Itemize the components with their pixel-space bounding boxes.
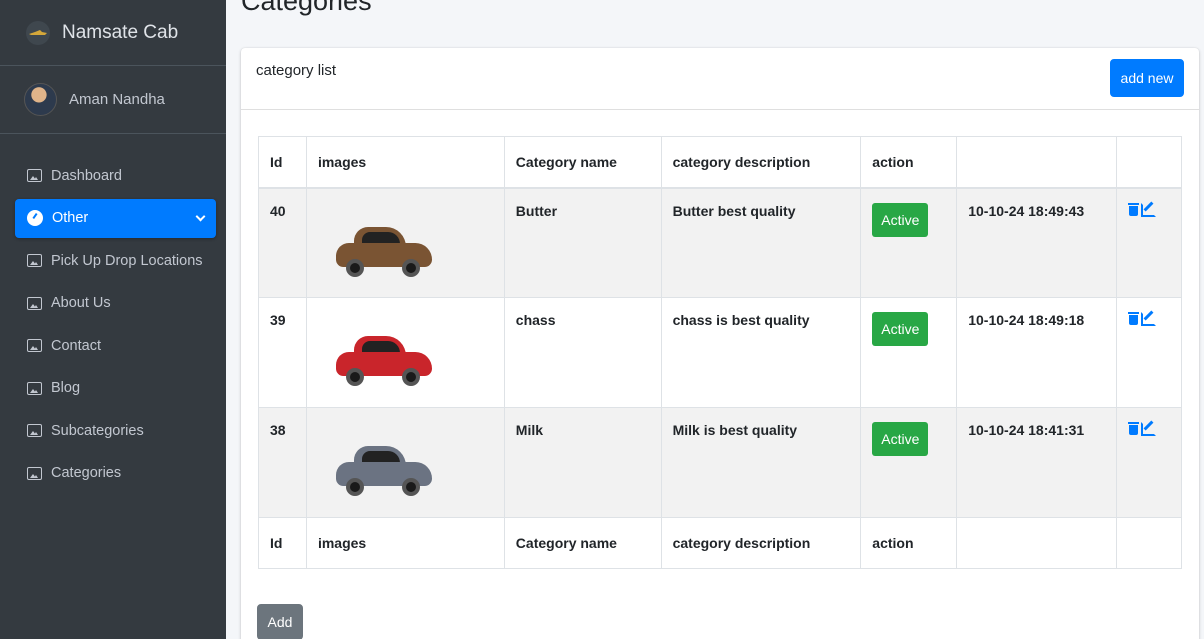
avatar [24,83,57,116]
image-icon [27,296,42,310]
sidebar-item-label: Blog [51,380,81,396]
brand-logo-icon [26,20,50,45]
column-footer: category description [660,517,862,569]
cell-action: Active [860,297,958,408]
edit-icon[interactable] [1140,312,1156,326]
column-footer [956,517,1117,569]
cell-category-name: Butter [503,187,662,298]
page-title: Categories [241,0,372,16]
sidebar-item-label: Categories [51,465,122,481]
cell-category-name: chass [503,297,662,408]
category-card: category list add new Id images Category… [241,48,1199,639]
edit-icon[interactable] [1140,422,1156,436]
cell-actions [1115,297,1183,408]
table-header-row: Id images Category name category descrip… [258,136,1183,189]
card-header: category list add new [241,48,1199,110]
brand-name: Namsate Cab [62,21,179,43]
cell-date: 10-10-24 18:49:43 [956,187,1117,298]
cell-image [305,297,505,408]
car-image [335,440,432,498]
card-title: category list [256,62,337,79]
tachometer-icon [27,210,43,226]
sidebar-item-pick-up-drop-locations[interactable]: Pick Up Drop Locations [15,241,216,280]
cell-category-name: Milk [503,407,662,518]
sidebar-item-label: Pick Up Drop Locations [51,252,203,269]
column-footer: action [860,517,958,569]
column-header [1116,136,1183,189]
cell-action: Active [860,187,958,298]
column-footer: Category name [503,517,662,569]
sidebar-item-blog[interactable]: Blog [15,369,216,408]
sidebar: Namsate Cab Aman Nandha Dashboard Other … [0,0,226,639]
sidebar-item-label: Other [52,210,89,226]
cell-actions [1115,407,1183,518]
image-icon [27,466,42,480]
sidebar-item-contact[interactable]: Contact [15,326,216,365]
sidebar-item-about-us[interactable]: About Us [15,284,216,323]
table-row: 38 Milk Milk is best quality Active 10-1… [258,407,1183,518]
car-image [335,221,432,279]
add-button[interactable]: Add [257,604,303,639]
trash-icon[interactable] [1127,202,1139,216]
trash-icon[interactable] [1127,422,1139,435]
image-icon [27,339,42,352]
image-icon [27,381,42,395]
sidebar-item-label: Contact [51,337,101,354]
column-header[interactable]: action [860,136,958,189]
table-row: 39 chass chass is best quality Active 10… [258,297,1183,408]
brand-link[interactable]: Namsate Cab [0,0,226,66]
column-footer [1116,517,1183,569]
trash-icon[interactable] [1127,312,1139,325]
sidebar-item-categories[interactable]: Categories [15,454,216,493]
cell-description: Butter best quality [660,187,862,298]
sidebar-item-label: Dashboard [51,167,122,184]
category-table: Id images Category name category descrip… [258,136,1183,569]
status-badge[interactable]: Active [872,312,929,346]
cell-actions [1115,187,1183,298]
cell-description: Milk is best quality [660,407,862,518]
cell-description: chass is best quality [660,297,862,408]
cell-id: 38 [258,407,307,518]
cell-id: 40 [258,187,307,298]
image-icon [27,169,42,182]
cell-date: 10-10-24 18:49:18 [956,297,1117,408]
sidebar-item-label: Subcategories [51,422,144,439]
cell-date: 10-10-24 18:41:31 [956,407,1117,518]
column-footer: Id [258,517,307,569]
image-icon [27,254,42,267]
column-footer: images [305,517,505,569]
sidebar-item-label: About Us [51,295,111,311]
cell-id: 39 [258,297,307,408]
car-image [335,330,432,388]
cell-image [305,187,505,298]
table-row: 40 Butter Butter best quality Active 10-… [258,187,1183,298]
image-icon [27,424,42,437]
column-header[interactable]: Category name [503,136,662,189]
column-header[interactable]: Id [258,136,307,189]
status-badge[interactable]: Active [872,202,929,237]
column-header[interactable]: category description [660,136,862,189]
sidebar-item-dashboard[interactable]: Dashboard [15,156,216,195]
column-header[interactable]: images [305,136,505,189]
cell-action: Active [860,407,958,518]
user-name: Aman Nandha [69,91,165,108]
sidebar-item-other[interactable]: Other [15,198,216,238]
add-new-button[interactable]: add new [1110,59,1184,97]
sidebar-item-subcategories[interactable]: Subcategories [15,411,216,450]
user-panel[interactable]: Aman Nandha [0,66,226,134]
sidebar-nav: Dashboard Other Pick Up Drop Locations A… [0,134,226,493]
status-badge[interactable]: Active [872,422,929,456]
table-footer-row: Id images Category name category descrip… [258,517,1183,569]
edit-icon[interactable] [1140,202,1156,217]
cell-image [305,407,505,518]
column-header [956,136,1117,189]
chevron-down-icon [195,211,206,221]
